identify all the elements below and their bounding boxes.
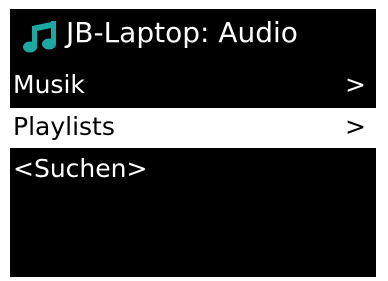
menu-list: Musik > Playlists > <Suchen> bbox=[10, 66, 376, 192]
radio-display: JB-Laptop: Audio Musik > Playlists > <Su… bbox=[10, 9, 376, 277]
menu-item-musik[interactable]: Musik > bbox=[10, 66, 376, 106]
menu-item-playlists[interactable]: Playlists > bbox=[10, 108, 376, 148]
menu-item-label: Musik bbox=[13, 70, 85, 99]
menu-item-label: <Suchen> bbox=[13, 154, 148, 183]
chevron-right-icon: > bbox=[345, 70, 366, 99]
header-bar: JB-Laptop: Audio bbox=[10, 9, 376, 59]
menu-item-suchen[interactable]: <Suchen> bbox=[10, 150, 376, 190]
page-title: JB-Laptop: Audio bbox=[66, 16, 298, 49]
music-note-icon bbox=[23, 20, 59, 54]
chevron-right-icon: > bbox=[345, 112, 366, 141]
menu-item-label: Playlists bbox=[13, 112, 115, 141]
